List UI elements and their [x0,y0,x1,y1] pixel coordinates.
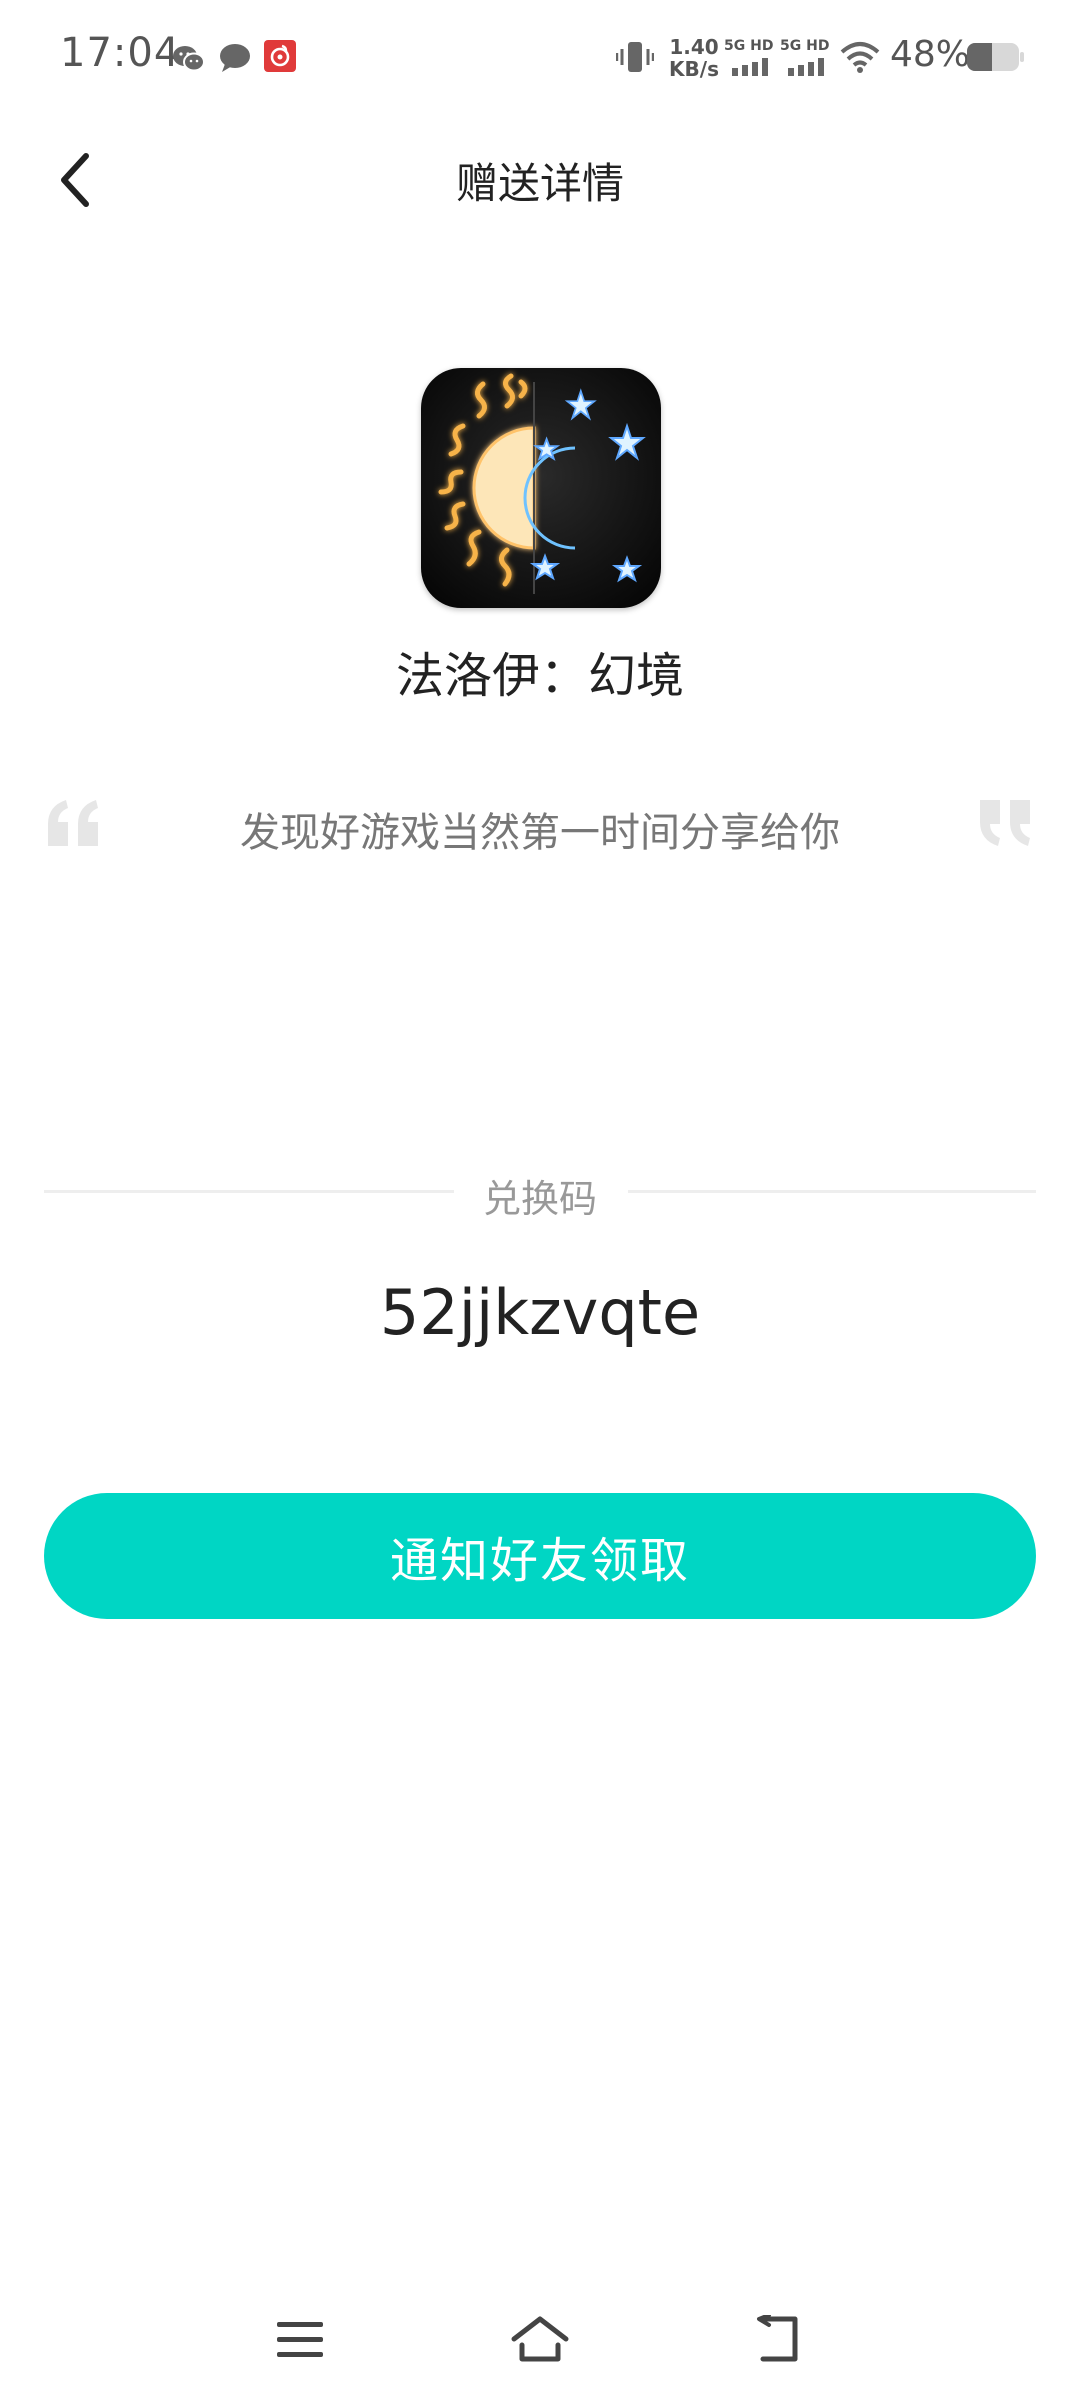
wechat-icon [173,46,205,72]
net-speed-value: 1.40 [669,35,719,59]
sun-moon-icon [421,368,661,608]
game-icon [421,368,661,608]
nav-home-button[interactable] [500,2300,580,2380]
net-speed-unit: KB/s [669,57,719,81]
netease-music-icon [264,40,296,72]
signal-2-icon [788,58,824,76]
game-name: 法洛伊：幻境 [395,648,684,704]
page-title: 赠送详情 [455,159,624,208]
vibrate-icon [616,42,654,72]
nav-menu-button[interactable] [260,2300,340,2380]
net-speed: 1.40 KB/s [664,36,724,80]
redeem-code-label: 兑换码 [482,1177,597,1221]
battery-icon [967,43,1024,71]
signal-1-icon [732,58,768,76]
share-message: 发现好游戏当然第一时间分享给你 [240,810,840,856]
divider-right [628,1190,1036,1193]
nav-back-button[interactable] [742,2300,822,2380]
home-icon [511,2316,569,2362]
divider-left [44,1190,454,1193]
redeem-code-value: 52jjkzvqte [379,1276,701,1349]
back-icon [757,2315,798,2362]
notify-friend-button[interactable]: 通知好友领取 [44,1493,1036,1619]
battery-percent: 48% [890,34,971,75]
quote-close-icon [980,800,1030,846]
status-bar: 17:04 1.40 KB/s 5G HD 5G HD 48% [0,0,1080,120]
menu-icon [277,2322,323,2357]
status-time: 17:04 [60,30,181,76]
sim2-label: 5G HD [780,38,830,54]
header: 赠送详情 [0,120,1080,240]
wifi-icon [840,42,880,73]
sim1-label: 5G HD [724,38,774,54]
message-icon [220,44,250,72]
